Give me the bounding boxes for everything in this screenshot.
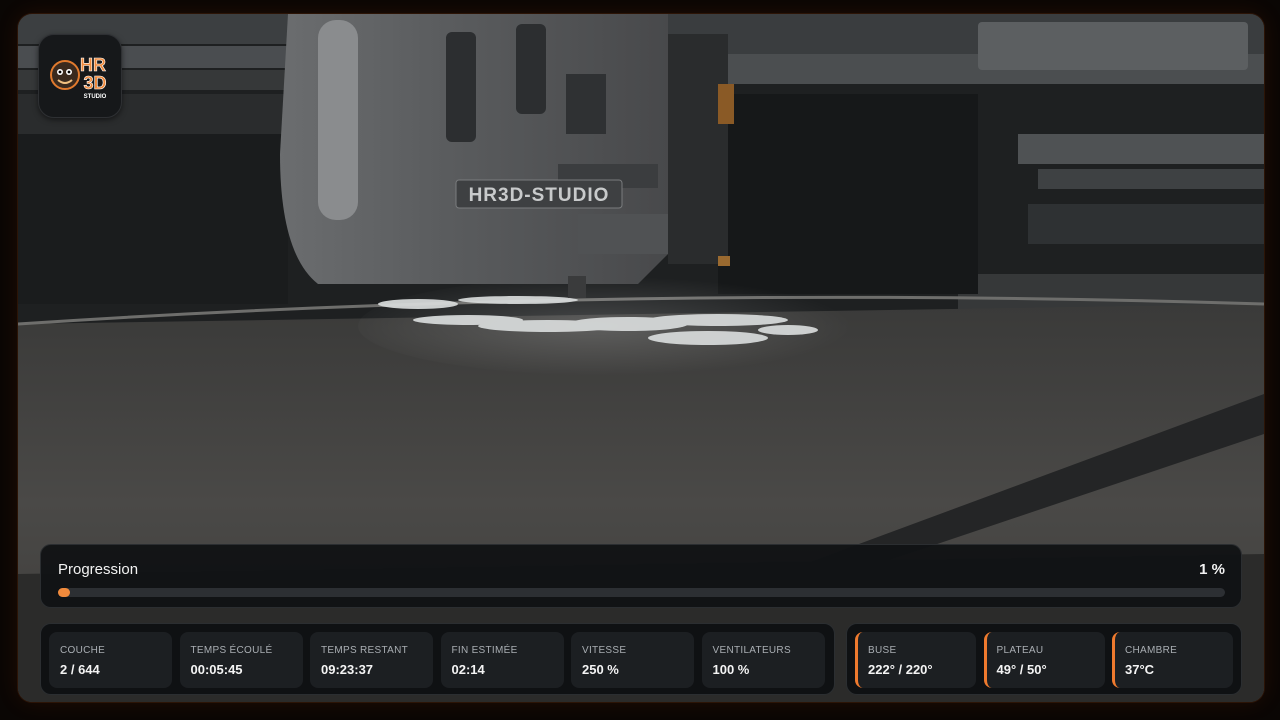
stat-plateau: PLATEAU 49° / 50° xyxy=(983,632,1105,688)
print-stats-panel: COUCHE 2 / 644 TEMPS ÉCOULÉ 00:05:45 TEMPS R… xyxy=(40,623,835,695)
stat-ventilateurs: VENTILATEURS 100 % xyxy=(701,632,825,688)
stat-vitesse: VITESSE 250 % xyxy=(571,632,694,688)
stat-couche: COUCHE 2 / 644 xyxy=(49,632,172,688)
stat-chambre-label: CHAMBRE xyxy=(1125,645,1178,656)
stat-temps-restant-value: 09:23:37 xyxy=(321,662,374,677)
progress-card: Progression 1 % xyxy=(40,544,1242,608)
stat-fin-estimee-value: 02:14 xyxy=(451,662,485,677)
stat-vitesse-value: 250 % xyxy=(582,662,619,677)
temperature-panel: BUSE 222° / 220° PLATEAU 49° / 50° CHAMBRE 37… xyxy=(846,623,1242,695)
progress-bar-fill xyxy=(58,588,70,597)
stat-temps-restant: TEMPS RESTANT 09:23:37 xyxy=(310,632,433,688)
mascot-icon: HR 3D STUDIO xyxy=(50,55,107,100)
stat-temps-ecoule-value: 00:05:45 xyxy=(190,662,243,677)
stat-chambre: CHAMBRE 37°C xyxy=(1112,632,1233,688)
logo-text-hr: HR xyxy=(80,55,106,75)
brand-logo: HR 3D STUDIO xyxy=(38,34,122,118)
stat-couche-label: COUCHE xyxy=(60,645,106,656)
camera-view: HR3D-STUDIO HR 3D STUDIO Progression 1 %… xyxy=(18,14,1264,702)
stat-temps-ecoule-label: TEMPS ÉCOULÉ xyxy=(190,645,273,656)
stat-vitesse-label: VITESSE xyxy=(582,645,627,656)
stat-ventilateurs-value: 100 % xyxy=(712,662,750,677)
printer-plate-label: HR3D-STUDIO xyxy=(469,185,610,206)
stat-chambre-value: 37°C xyxy=(1125,662,1155,677)
logo-text-studio: STUDIO xyxy=(84,94,107,100)
stat-temps-restant-label: TEMPS RESTANT xyxy=(321,645,409,656)
logo-text-3d: 3D xyxy=(83,73,106,93)
stat-buse-value: 222° / 220° xyxy=(868,662,933,677)
stat-temps-ecoule: TEMPS ÉCOULÉ 00:05:45 xyxy=(179,632,303,688)
stat-ventilateurs-label: VENTILATEURS xyxy=(712,645,791,656)
stat-plateau-value: 49° / 50° xyxy=(996,662,1047,677)
stat-buse: BUSE 222° / 220° xyxy=(855,632,976,688)
stat-buse-label: BUSE xyxy=(868,645,897,656)
stat-couche-value: 2 / 644 xyxy=(60,662,100,677)
progress-percent: 1 % xyxy=(1199,561,1225,578)
progress-bar-track xyxy=(58,588,1225,597)
progress-label: Progression xyxy=(58,561,139,578)
stat-fin-estimee: FIN ESTIMÉE 02:14 xyxy=(440,632,564,688)
stat-fin-estimee-label: FIN ESTIMÉE xyxy=(451,645,518,656)
stat-plateau-label: PLATEAU xyxy=(996,645,1044,656)
